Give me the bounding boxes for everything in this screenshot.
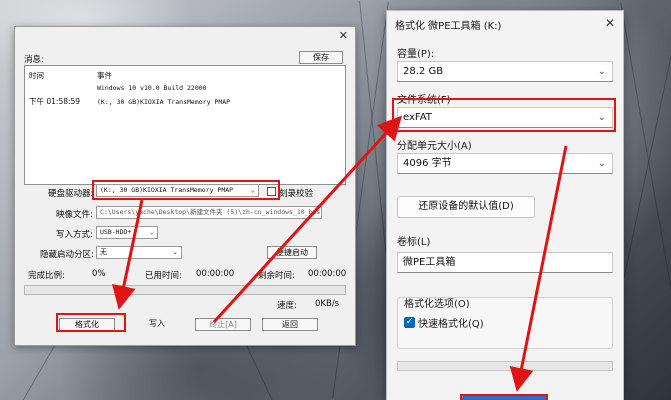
arrow-to-format-button xyxy=(111,199,144,310)
annotation-arrows xyxy=(111,115,568,392)
arrow-to-start-button xyxy=(509,145,568,392)
arrow-to-filesystem xyxy=(212,115,403,324)
